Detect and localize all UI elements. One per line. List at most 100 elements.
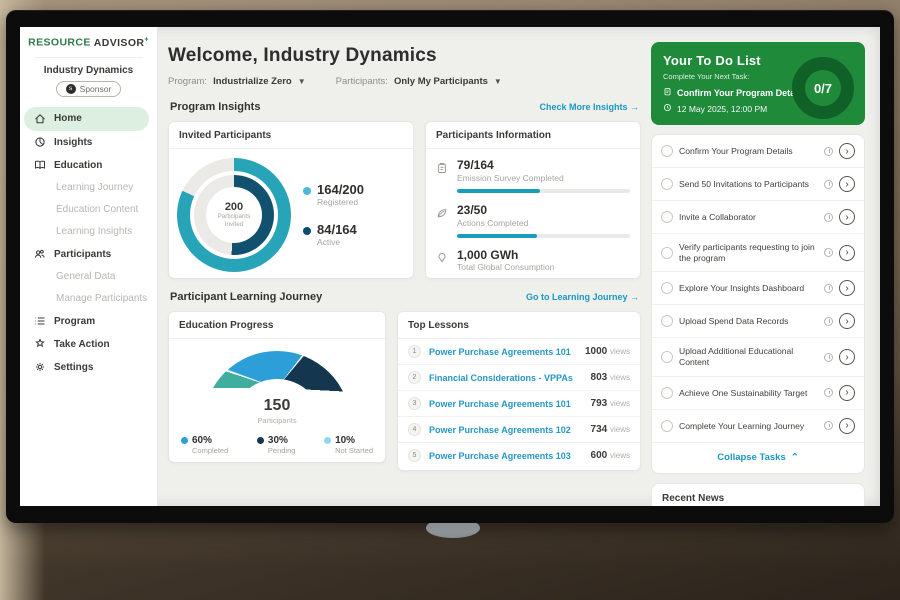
lesson-link[interactable]: Power Purchase Agreements 101 [429, 347, 577, 357]
invited-participants-card: Invited Participants 200 Participants In… [168, 121, 414, 279]
task-checkbox[interactable] [661, 282, 673, 294]
task-row-1: Confirm Your Program Details › [652, 135, 864, 168]
participants-filter[interactable]: Participants: Only My Participants ▼ [336, 76, 502, 87]
todo-panel: Your To Do List Complete Your Next Task:… [651, 42, 865, 506]
app-logo: RESOURCE ADVISOR+ [20, 36, 157, 49]
consumption-row: 1,000 GWh Total Global Consumption [436, 249, 630, 273]
org-name: Industry Dynamics [20, 65, 157, 76]
chevron-right-button[interactable]: › [839, 209, 855, 225]
lesson-link[interactable]: Power Purchase Agreements 101 [429, 399, 583, 409]
card-title: Participants Information [426, 122, 640, 149]
chevron-right-button[interactable]: › [839, 143, 855, 159]
task-checkbox[interactable] [661, 387, 673, 399]
sidebar-item-manage-participants[interactable]: Manage Participants [20, 288, 157, 310]
gauge-center-value: 150 [264, 398, 291, 414]
sidebar-item-home[interactable]: Home [24, 107, 149, 131]
legend-dot-not-started [324, 437, 331, 444]
main-content: Welcome, Industry Dynamics Program: Indu… [168, 37, 641, 506]
chevron-up-icon: ⌃ [791, 452, 799, 463]
legend-not-started: 10% Not Started [324, 435, 373, 455]
sidebar-item-education-content[interactable]: Education Content [20, 199, 157, 221]
clock-icon [824, 213, 833, 222]
sidebar-item-learning-journey[interactable]: Learning Journey [20, 177, 157, 199]
chevron-right-button[interactable]: › [839, 245, 855, 261]
task-row-8: Achieve One Sustainability Target › [652, 377, 864, 410]
chevron-down-icon: ▼ [298, 77, 306, 86]
task-checkbox[interactable] [661, 145, 673, 157]
gauge-legend: 60% Completed 30% Pending [169, 425, 385, 455]
lesson-link[interactable]: Power Purchase Agreements 103 [429, 451, 583, 461]
card-title: Top Lessons [398, 312, 640, 339]
lesson-link[interactable]: Power Purchase Agreements 102 [429, 425, 583, 435]
chevron-right-button[interactable]: › [839, 385, 855, 401]
lesson-row-2: 2 Financial Considerations - VPPAs 803 v… [398, 365, 640, 391]
lesson-row-3: 3 Power Purchase Agreements 101 793 view… [398, 391, 640, 417]
donut-center-value: 200 [225, 201, 243, 213]
chevron-right-button[interactable]: › [839, 280, 855, 296]
sidebar-item-take-action[interactable]: Take Action [20, 333, 157, 356]
chevron-right-button[interactable]: › [839, 313, 855, 329]
list-icon [34, 315, 46, 327]
chevron-right-button[interactable]: › [839, 349, 855, 365]
go-to-learning-journey-link[interactable]: Go to Learning Journey → [526, 292, 639, 302]
rank-badge: 4 [408, 423, 421, 436]
legend-registered: 164/200 Registered [303, 183, 364, 207]
sponsor-icon: s [66, 84, 76, 94]
clock-icon [824, 147, 833, 156]
sidebar-item-learning-insights[interactable]: Learning Insights [20, 221, 157, 243]
logo-plus: + [144, 36, 149, 43]
monitor-bezel: RESOURCE ADVISOR+ Industry Dynamics s Sp… [6, 10, 894, 523]
legend-pending: 30% Pending [257, 435, 296, 455]
task-checkbox[interactable] [661, 211, 673, 223]
clock-icon [824, 180, 833, 189]
lesson-link[interactable]: Financial Considerations - VPPAs [429, 373, 583, 383]
card-title: Invited Participants [169, 122, 413, 149]
clock-icon [824, 317, 833, 326]
task-row-9: Complete Your Learning Journey › [652, 410, 864, 443]
recent-news-card: Recent News [651, 483, 865, 506]
emission-progress-bar [457, 189, 630, 193]
legend-dot-registered [303, 187, 311, 195]
sidebar-item-participants[interactable]: Participants [20, 243, 157, 266]
leaf-icon [436, 204, 449, 238]
collapse-tasks-link[interactable]: Collapse Tasks ⌃ [652, 443, 864, 473]
sidebar-item-program[interactable]: Program [20, 310, 157, 333]
top-lessons-card: Top Lessons 1 Power Purchase Agreements … [397, 311, 641, 471]
sidebar-item-education[interactable]: Education [20, 154, 157, 177]
task-checkbox[interactable] [661, 315, 673, 327]
people-icon [34, 248, 46, 260]
sidebar-nav: Home Insights Education Learning Journey [20, 107, 157, 379]
actions-completed-row: 23/50 Actions Completed [436, 204, 630, 238]
filter-bar: Program: Industrialize Zero ▼ Participan… [168, 76, 641, 87]
chevron-right-button[interactable]: › [839, 418, 855, 434]
education-gauge-chart: 150 Participants [203, 351, 351, 425]
task-icon [663, 87, 672, 98]
clipboard-icon [436, 159, 449, 193]
learning-journey-title: Participant Learning Journey [170, 291, 322, 303]
rank-badge: 1 [408, 345, 421, 358]
task-checkbox[interactable] [661, 351, 673, 363]
chevron-right-button[interactable]: › [839, 176, 855, 192]
chevron-down-icon: ▼ [494, 77, 502, 86]
sponsor-badge[interactable]: s Sponsor [56, 81, 122, 97]
legend-dot-completed [181, 437, 188, 444]
task-checkbox[interactable] [661, 247, 673, 259]
task-row-6: Upload Spend Data Records › [652, 305, 864, 338]
todo-progress-value: 0/7 [814, 81, 832, 96]
task-row-5: Explore Your Insights Dashboard › [652, 272, 864, 305]
education-progress-card: Education Progress 150 Participants [168, 311, 386, 463]
todo-hero-card: Your To Do List Complete Your Next Task:… [651, 42, 865, 125]
arrow-right-icon: → [630, 292, 639, 302]
sidebar: RESOURCE ADVISOR+ Industry Dynamics s Sp… [20, 27, 158, 506]
task-checkbox[interactable] [661, 178, 673, 190]
gear-icon [34, 361, 46, 373]
task-checkbox[interactable] [661, 420, 673, 432]
sidebar-item-settings[interactable]: Settings [20, 356, 157, 379]
donut-center-label: Participants Invited [212, 213, 256, 229]
sidebar-item-general-data[interactable]: General Data [20, 266, 157, 288]
check-more-insights-link[interactable]: Check More Insights → [539, 102, 639, 112]
clock-icon [824, 421, 833, 430]
sidebar-item-insights[interactable]: Insights [20, 131, 157, 154]
page-title: Welcome, Industry Dynamics [168, 45, 641, 67]
program-filter[interactable]: Program: Industrialize Zero ▼ [168, 76, 306, 87]
